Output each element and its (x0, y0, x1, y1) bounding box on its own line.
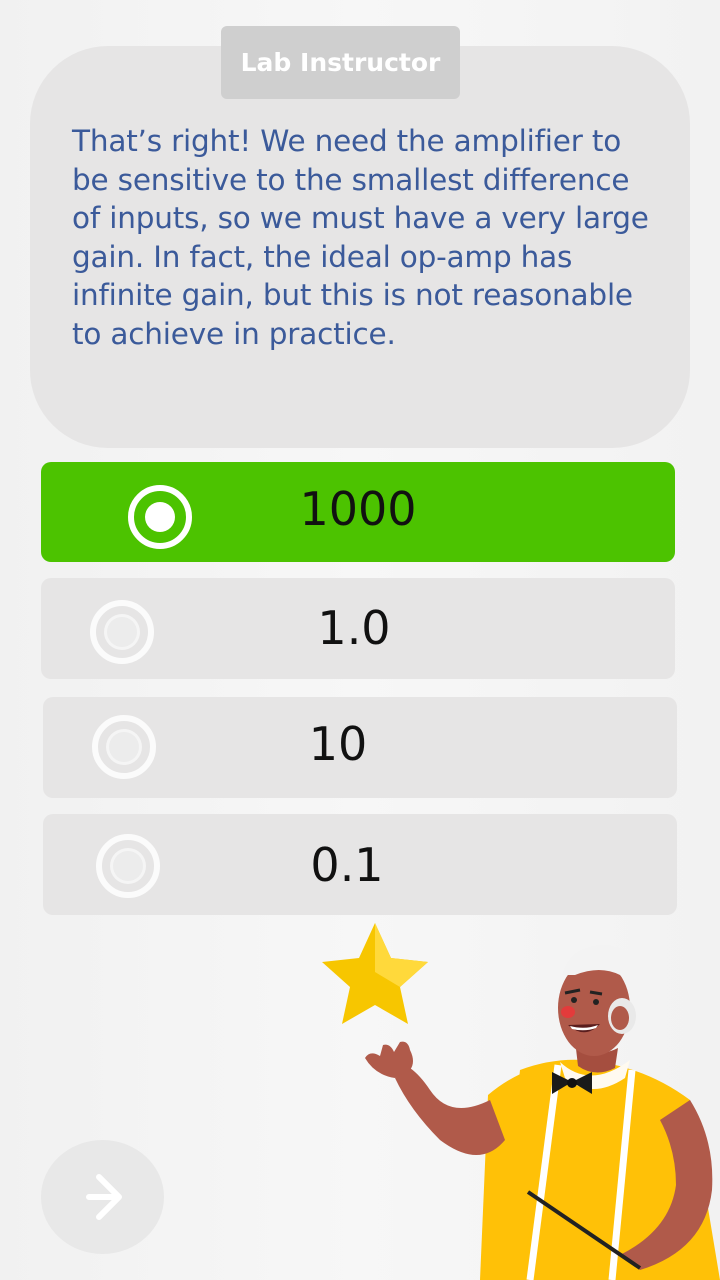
arrow-right-icon (86, 1174, 122, 1220)
answer-option-1[interactable]: 1000 (41, 462, 675, 562)
option-label: 10 (308, 717, 368, 771)
option-label: 1000 (299, 482, 417, 536)
answer-option-2[interactable]: 1.0 (41, 578, 675, 679)
answer-option-3[interactable]: 10 (43, 697, 677, 798)
feedback-message: That’s right! We need the amplifier to b… (72, 124, 649, 351)
option-label: 1.0 (317, 601, 391, 655)
star-icon (322, 923, 428, 1024)
next-button[interactable] (41, 1140, 164, 1254)
option-label: 0.1 (310, 838, 384, 892)
answer-option-4[interactable]: 0.1 (43, 814, 677, 915)
speaker-name: Lab Instructor (240, 48, 441, 77)
speaker-name-tab: Lab Instructor (221, 26, 460, 99)
